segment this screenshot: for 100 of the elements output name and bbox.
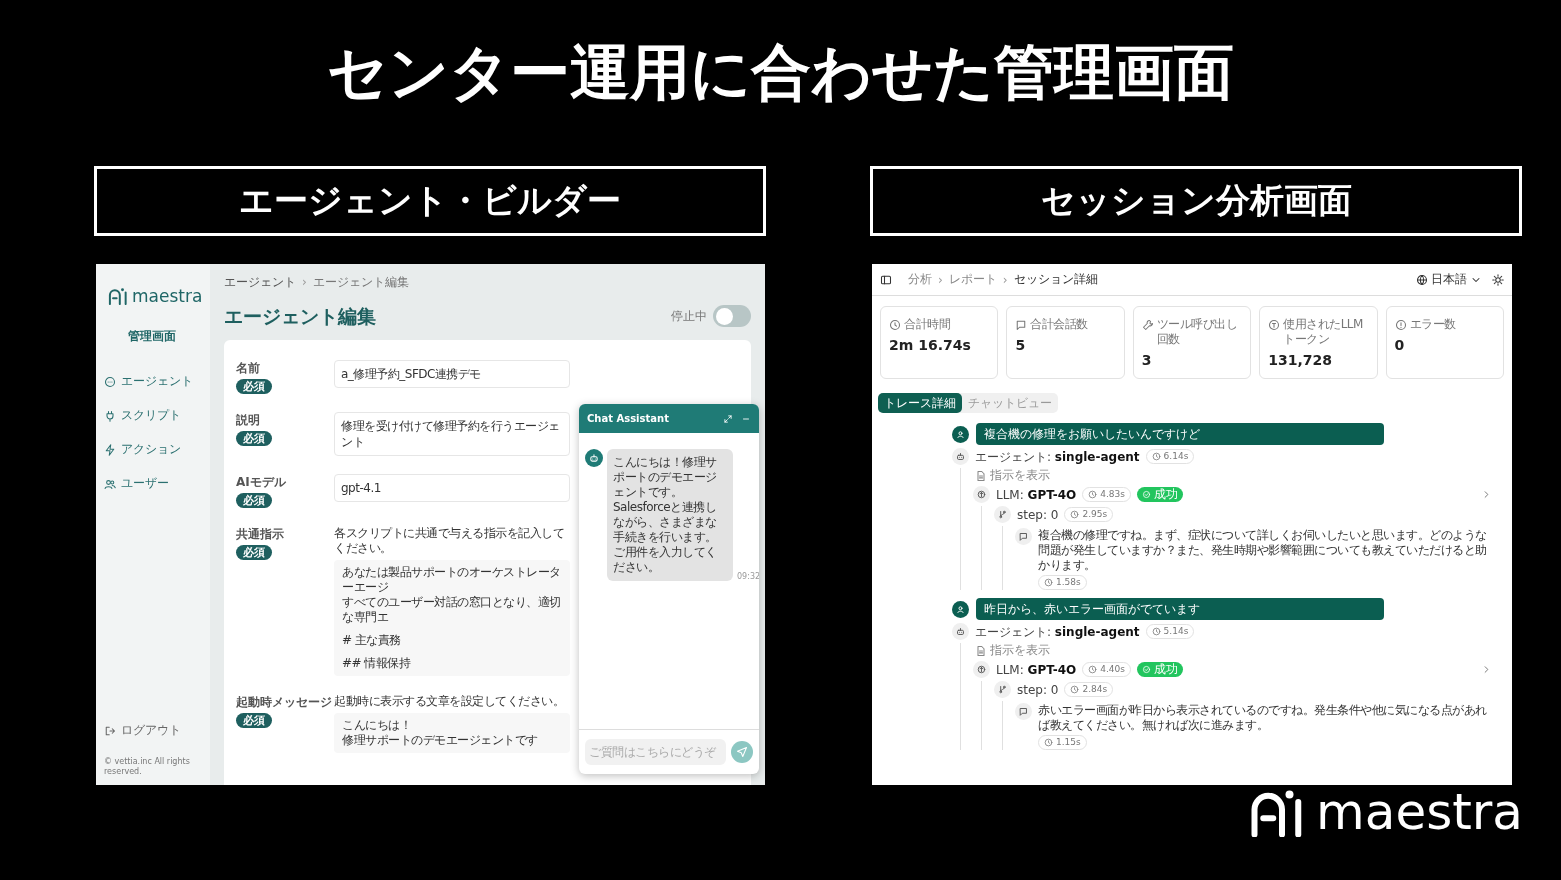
logout-button[interactable]: ログアウト — [104, 722, 206, 739]
breadcrumb-link[interactable]: エージェント編集 — [312, 274, 409, 290]
stat-label: ツール呼び出し回数 — [1156, 317, 1239, 347]
text-field[interactable]: a_修理予約_SFDC連携デモ — [334, 360, 570, 388]
section-heading: エージェント・ビルダー — [94, 166, 766, 236]
wrench-icon — [1141, 319, 1154, 331]
breadcrumb-separator: › — [302, 274, 307, 290]
required-badge: 必須 — [236, 545, 272, 560]
stat-value: 3 — [1141, 352, 1153, 368]
field-label: 起動時メッセージ — [236, 694, 332, 710]
user-message: 複合機の修理をお願いしたいんですけど — [976, 423, 1384, 445]
branch-icon — [994, 681, 1011, 698]
stat-label: 使用されたLLMトークン — [1283, 317, 1364, 347]
breadcrumb-link[interactable]: レポート — [948, 271, 997, 288]
nav-item[interactable]: ユーザー — [104, 475, 169, 492]
send-icon — [736, 746, 748, 758]
status-text: 成功 — [1153, 487, 1178, 502]
expand-icon[interactable] — [723, 413, 733, 424]
model-icon — [973, 486, 990, 503]
robot-icon — [952, 623, 969, 640]
logout-icon — [104, 724, 116, 737]
text-line: こんにちは！ — [342, 718, 412, 733]
tab[interactable]: トレース詳細 — [878, 393, 962, 413]
agent-reply: 赤いエラー画面が昨日から表示されているのですね。発生条件や他に気になる点があれば教えてください。無ければ次に進みます。 — [1038, 703, 1488, 733]
check-icon — [1141, 490, 1151, 499]
breadcrumb-separator: › — [1002, 272, 1008, 287]
duration-text: 2.84s — [1082, 683, 1108, 696]
sidebar-icon[interactable] — [880, 273, 892, 286]
model-icon — [973, 661, 990, 678]
branch-icon — [994, 506, 1011, 523]
message-time: 09:32 — [737, 572, 759, 581]
text-line: # 主な責務 — [342, 633, 402, 648]
copyright-text: © vettia.inc All rights reserved. — [104, 757, 191, 777]
duration-text: 2.95s — [1082, 508, 1108, 521]
clock-icon — [1044, 578, 1053, 587]
nav-item[interactable]: スクリプト — [104, 407, 181, 424]
field-label: AIモデル — [236, 474, 286, 490]
duration-text: 1.15s — [1056, 736, 1081, 749]
show-instructions-link[interactable]: 指示を表示 — [975, 643, 1050, 658]
agent-reply: 複合機の修理ですね。まず、症状について詳しくお伺いしたいと思います。どのような問題が発生していますか？また、発生時期や影響範囲についても教えていただけると助かります。 — [1038, 528, 1488, 573]
chat-input[interactable]: ご質問はこちらにどうぞ — [585, 739, 726, 765]
clock-icon — [1088, 665, 1098, 674]
stat-value: 0 — [1394, 337, 1406, 353]
show-instructions-link[interactable]: 指示を表示 — [975, 468, 1050, 483]
text-area[interactable]: こんにちは！ 修理サポートのデモエージェントです — [334, 713, 570, 753]
user-avatar-icon — [952, 600, 969, 618]
clock-icon — [1151, 452, 1161, 461]
robot-avatar-icon — [585, 449, 603, 467]
duration-text: 1.58s — [1056, 576, 1081, 589]
stat-value: 2m 16.74s — [889, 337, 972, 353]
breadcrumb-link[interactable]: セッション詳細 — [1013, 271, 1098, 288]
text-field[interactable]: 修理を受け付けて修理予約を行うエージェント — [334, 412, 570, 456]
agent-name: エージェント: single-agent — [975, 623, 1140, 640]
logo-icon — [108, 287, 128, 305]
status-text: 成功 — [1153, 662, 1178, 677]
text-line: すべてのユーザー対話の窓口となり、適切な専門エ — [342, 595, 562, 625]
text-line: 修理サポートのデモエージェントです — [342, 733, 539, 748]
nav-item[interactable]: エージェント — [104, 373, 193, 390]
robot-icon — [952, 448, 969, 465]
breadcrumb-link[interactable]: 分析 — [908, 271, 932, 288]
stat-label: エラー数 — [1409, 317, 1456, 332]
send-button[interactable] — [731, 741, 753, 763]
model-name: LLM: GPT-4O — [996, 661, 1077, 678]
agent-name: エージェント: single-agent — [975, 448, 1140, 465]
field-label: 共通指示 — [236, 526, 284, 542]
sun-icon[interactable] — [1492, 273, 1504, 286]
stat-value: 131,728 — [1268, 352, 1333, 368]
text-line: あなたは製品サポートのオーケストレーターエージ — [342, 565, 562, 595]
message-icon — [1015, 319, 1028, 331]
text-area[interactable]: あなたは製品サポートのオーケストレーターエージ すべてのユーザー対話の窓口となり、適切な専門エ # 主な責務 ## 情報保持 — [334, 560, 570, 676]
clock-icon — [1070, 510, 1080, 519]
required-badge: 必須 — [236, 431, 272, 446]
nav-item[interactable]: アクション — [104, 441, 181, 458]
clock-icon — [1044, 738, 1053, 747]
field-label: 名前 — [236, 360, 260, 376]
clock-icon — [1088, 490, 1098, 499]
page-title: エージェント編集 — [224, 304, 376, 328]
breadcrumb-link[interactable]: エージェント — [224, 274, 296, 290]
user-message: 昨日から、赤いエラー画面がでています — [976, 598, 1384, 620]
stat-label: 合計時間 — [904, 317, 950, 332]
duration-text: 5.14s — [1163, 625, 1189, 638]
clock-icon — [889, 319, 901, 331]
user-avatar-icon — [952, 425, 969, 443]
field-hint: 各スクリプトに共通で与える指示を記入してください。 — [334, 526, 565, 556]
globe-icon — [1416, 273, 1428, 286]
alert-icon — [1394, 319, 1407, 331]
check-icon — [1141, 665, 1151, 674]
language-selector[interactable]: 日本語 — [1416, 271, 1482, 288]
slide-title: センター運用に合わせた管理画面 — [327, 36, 1234, 109]
duration-text: 6.14s — [1163, 450, 1189, 463]
toggle-switch[interactable] — [713, 305, 751, 327]
model-name: LLM: GPT-4O — [996, 486, 1077, 503]
clock-icon — [1070, 685, 1080, 694]
document-icon — [975, 644, 987, 657]
section-heading: セッション分析画面 — [870, 166, 1522, 236]
breadcrumb-separator: › — [938, 272, 943, 287]
stat-value: 5 — [1015, 337, 1027, 353]
field-label: 説明 — [236, 412, 260, 428]
text-field[interactable]: gpt-4.1 — [334, 474, 570, 502]
chat-bubble-icon — [104, 375, 116, 388]
